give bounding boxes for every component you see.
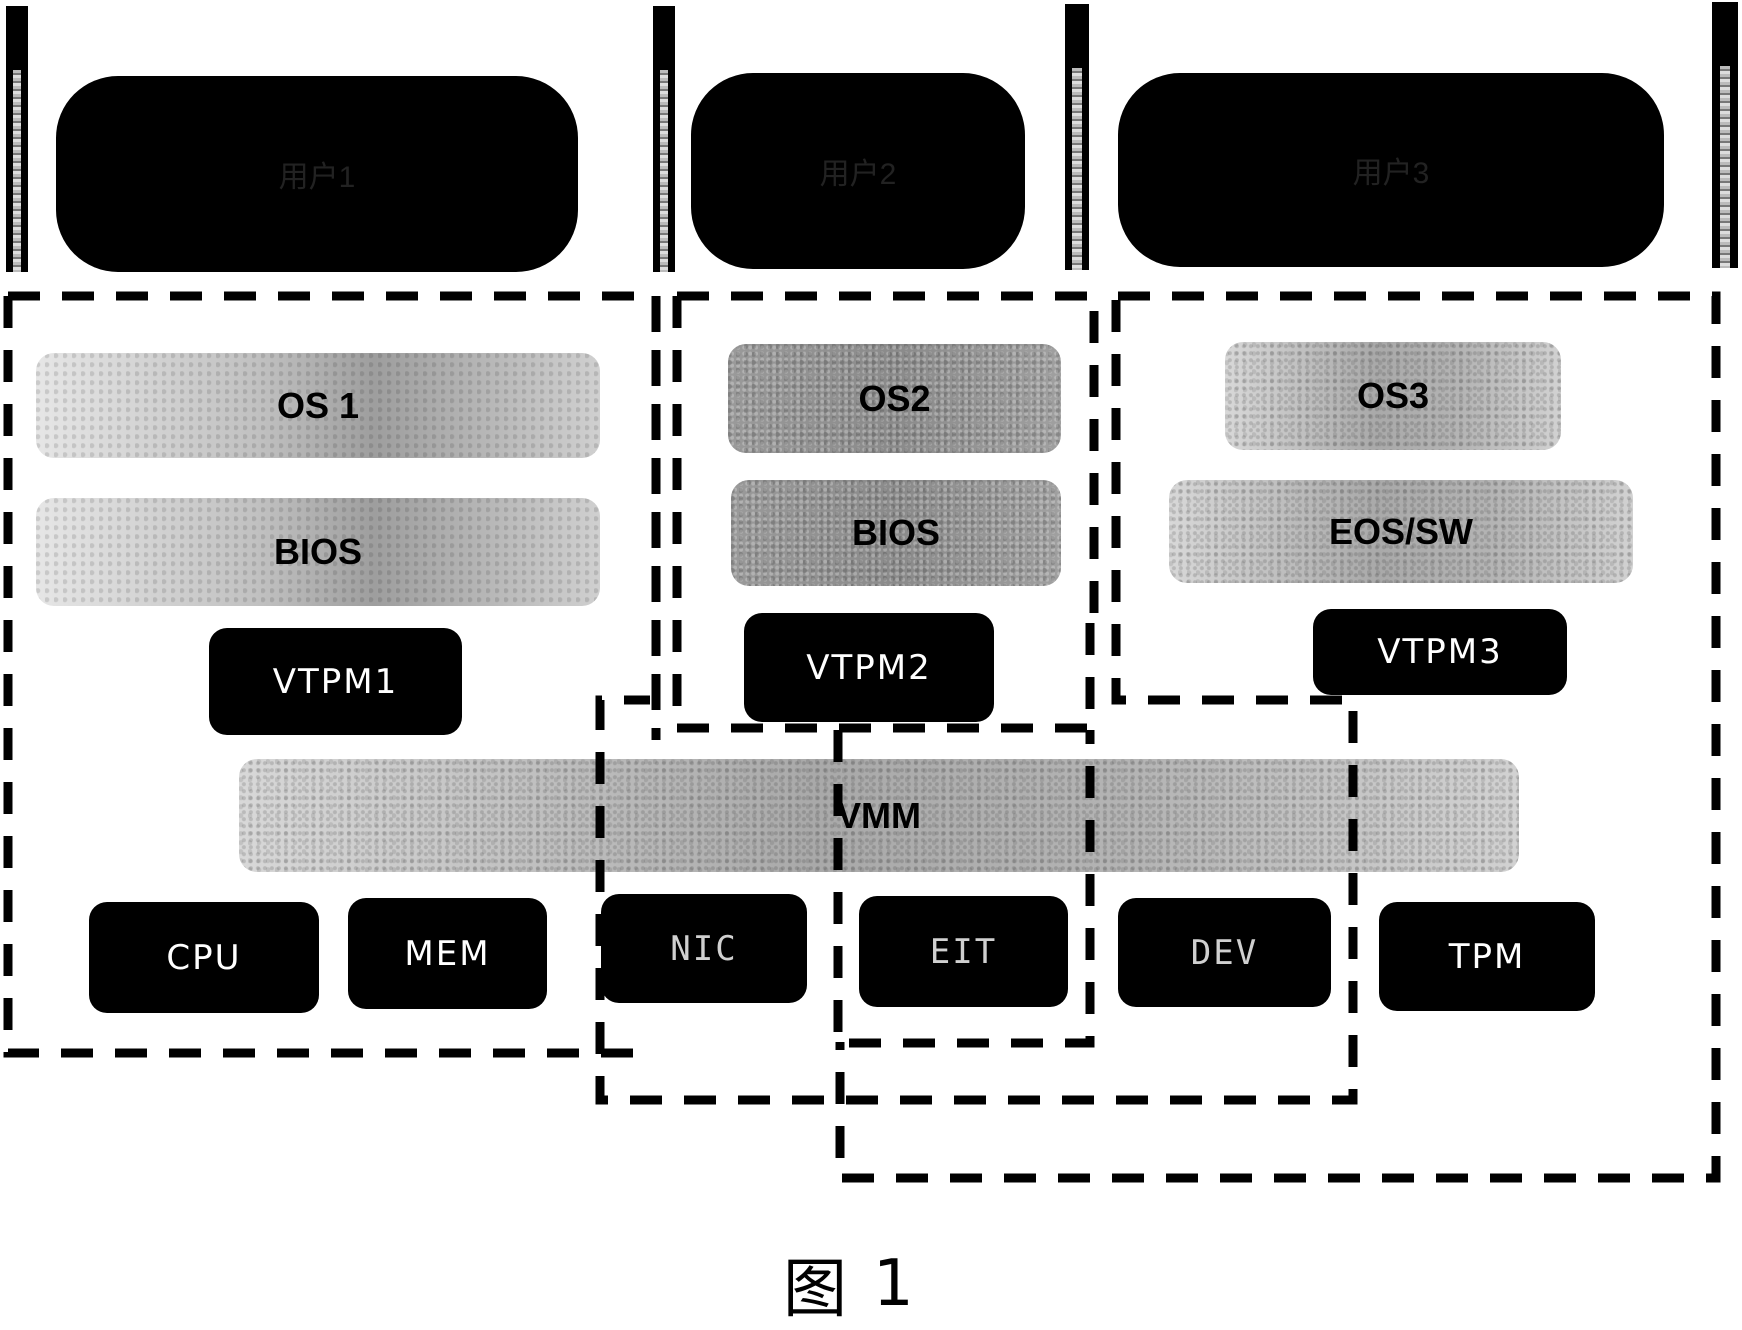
domain-2-boundary <box>672 291 1111 733</box>
domain-3-left-edge <box>595 300 1358 1105</box>
domain-eit-boundary <box>833 730 1095 1048</box>
domain-boundaries <box>3 291 1721 1183</box>
figure-caption: 图 1 <box>783 1244 914 1327</box>
caption-prefix: 图 <box>783 1253 847 1327</box>
caption-number: 1 <box>873 1247 914 1321</box>
domain-1-boundary <box>3 291 661 1058</box>
